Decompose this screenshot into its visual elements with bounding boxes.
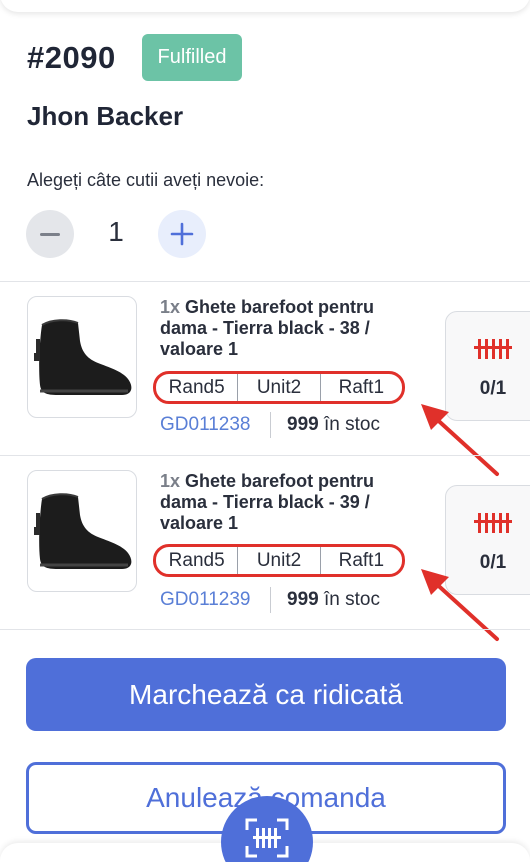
location-row-cell: Rand5 <box>156 547 239 574</box>
separator <box>270 412 271 438</box>
customer-name: Jhon Backer <box>27 101 184 131</box>
mark-picked-button[interactable]: Marchează ca ridicată <box>26 658 506 731</box>
product-image <box>27 296 137 418</box>
location-shelf-cell: Raft1 <box>338 549 385 571</box>
boxes-label: Alegeți câte cutii aveți nevoie: <box>27 170 265 190</box>
pick-count: 0/1 <box>479 378 507 399</box>
stock-count: 999 <box>287 414 319 435</box>
minus-icon <box>40 232 60 236</box>
product-name: Ghete barefoot pentru dama - Tierra blac… <box>160 471 375 533</box>
status-badge: Fulfilled <box>142 34 242 81</box>
barcode-icon <box>474 339 512 359</box>
order-id: #2090 <box>27 40 116 75</box>
divider <box>0 629 530 630</box>
stock-count: 999 <box>287 589 319 610</box>
location-row: Rand5 Unit2 Raft1 <box>153 371 405 404</box>
top-card-edge <box>0 0 530 12</box>
boot-image <box>34 319 132 395</box>
decrement-button[interactable] <box>26 210 74 258</box>
location-unit-cell: Unit2 <box>238 374 321 401</box>
separator <box>270 587 271 613</box>
stock-label: în stoc <box>323 414 380 435</box>
annotation-arrow <box>421 404 499 476</box>
product-qty: 1x <box>160 297 181 317</box>
barcode-icon <box>474 513 512 533</box>
annotation-arrow <box>421 569 499 641</box>
boxes-count: 1 <box>108 216 124 247</box>
location-row: Rand5 Unit2 Raft1 <box>153 544 405 577</box>
increment-button[interactable] <box>158 210 206 258</box>
boot-image <box>34 493 132 569</box>
product-title: 1x Ghete barefoot pentru dama - Tierra b… <box>160 471 410 534</box>
product-qty: 1x <box>160 471 181 491</box>
product-title: 1x Ghete barefoot pentru dama - Tierra b… <box>160 297 410 360</box>
stock-info: 999 în stoc <box>287 589 380 611</box>
product-name: Ghete barefoot pentru dama - Tierra blac… <box>160 297 375 359</box>
divider <box>0 455 530 456</box>
location-shelf-cell: Raft1 <box>338 376 385 398</box>
location-row-cell: Rand5 <box>156 374 239 401</box>
sku-link[interactable]: GD011239 <box>160 589 251 611</box>
location-unit-cell: Unit2 <box>238 547 321 574</box>
stock-info: 999 în stoc <box>287 414 380 436</box>
product-image <box>27 470 137 592</box>
stock-label: în stoc <box>323 589 380 610</box>
divider <box>0 281 530 282</box>
plus-icon <box>170 222 194 246</box>
scan-icon <box>245 818 289 858</box>
sku-link[interactable]: GD011238 <box>160 414 251 436</box>
